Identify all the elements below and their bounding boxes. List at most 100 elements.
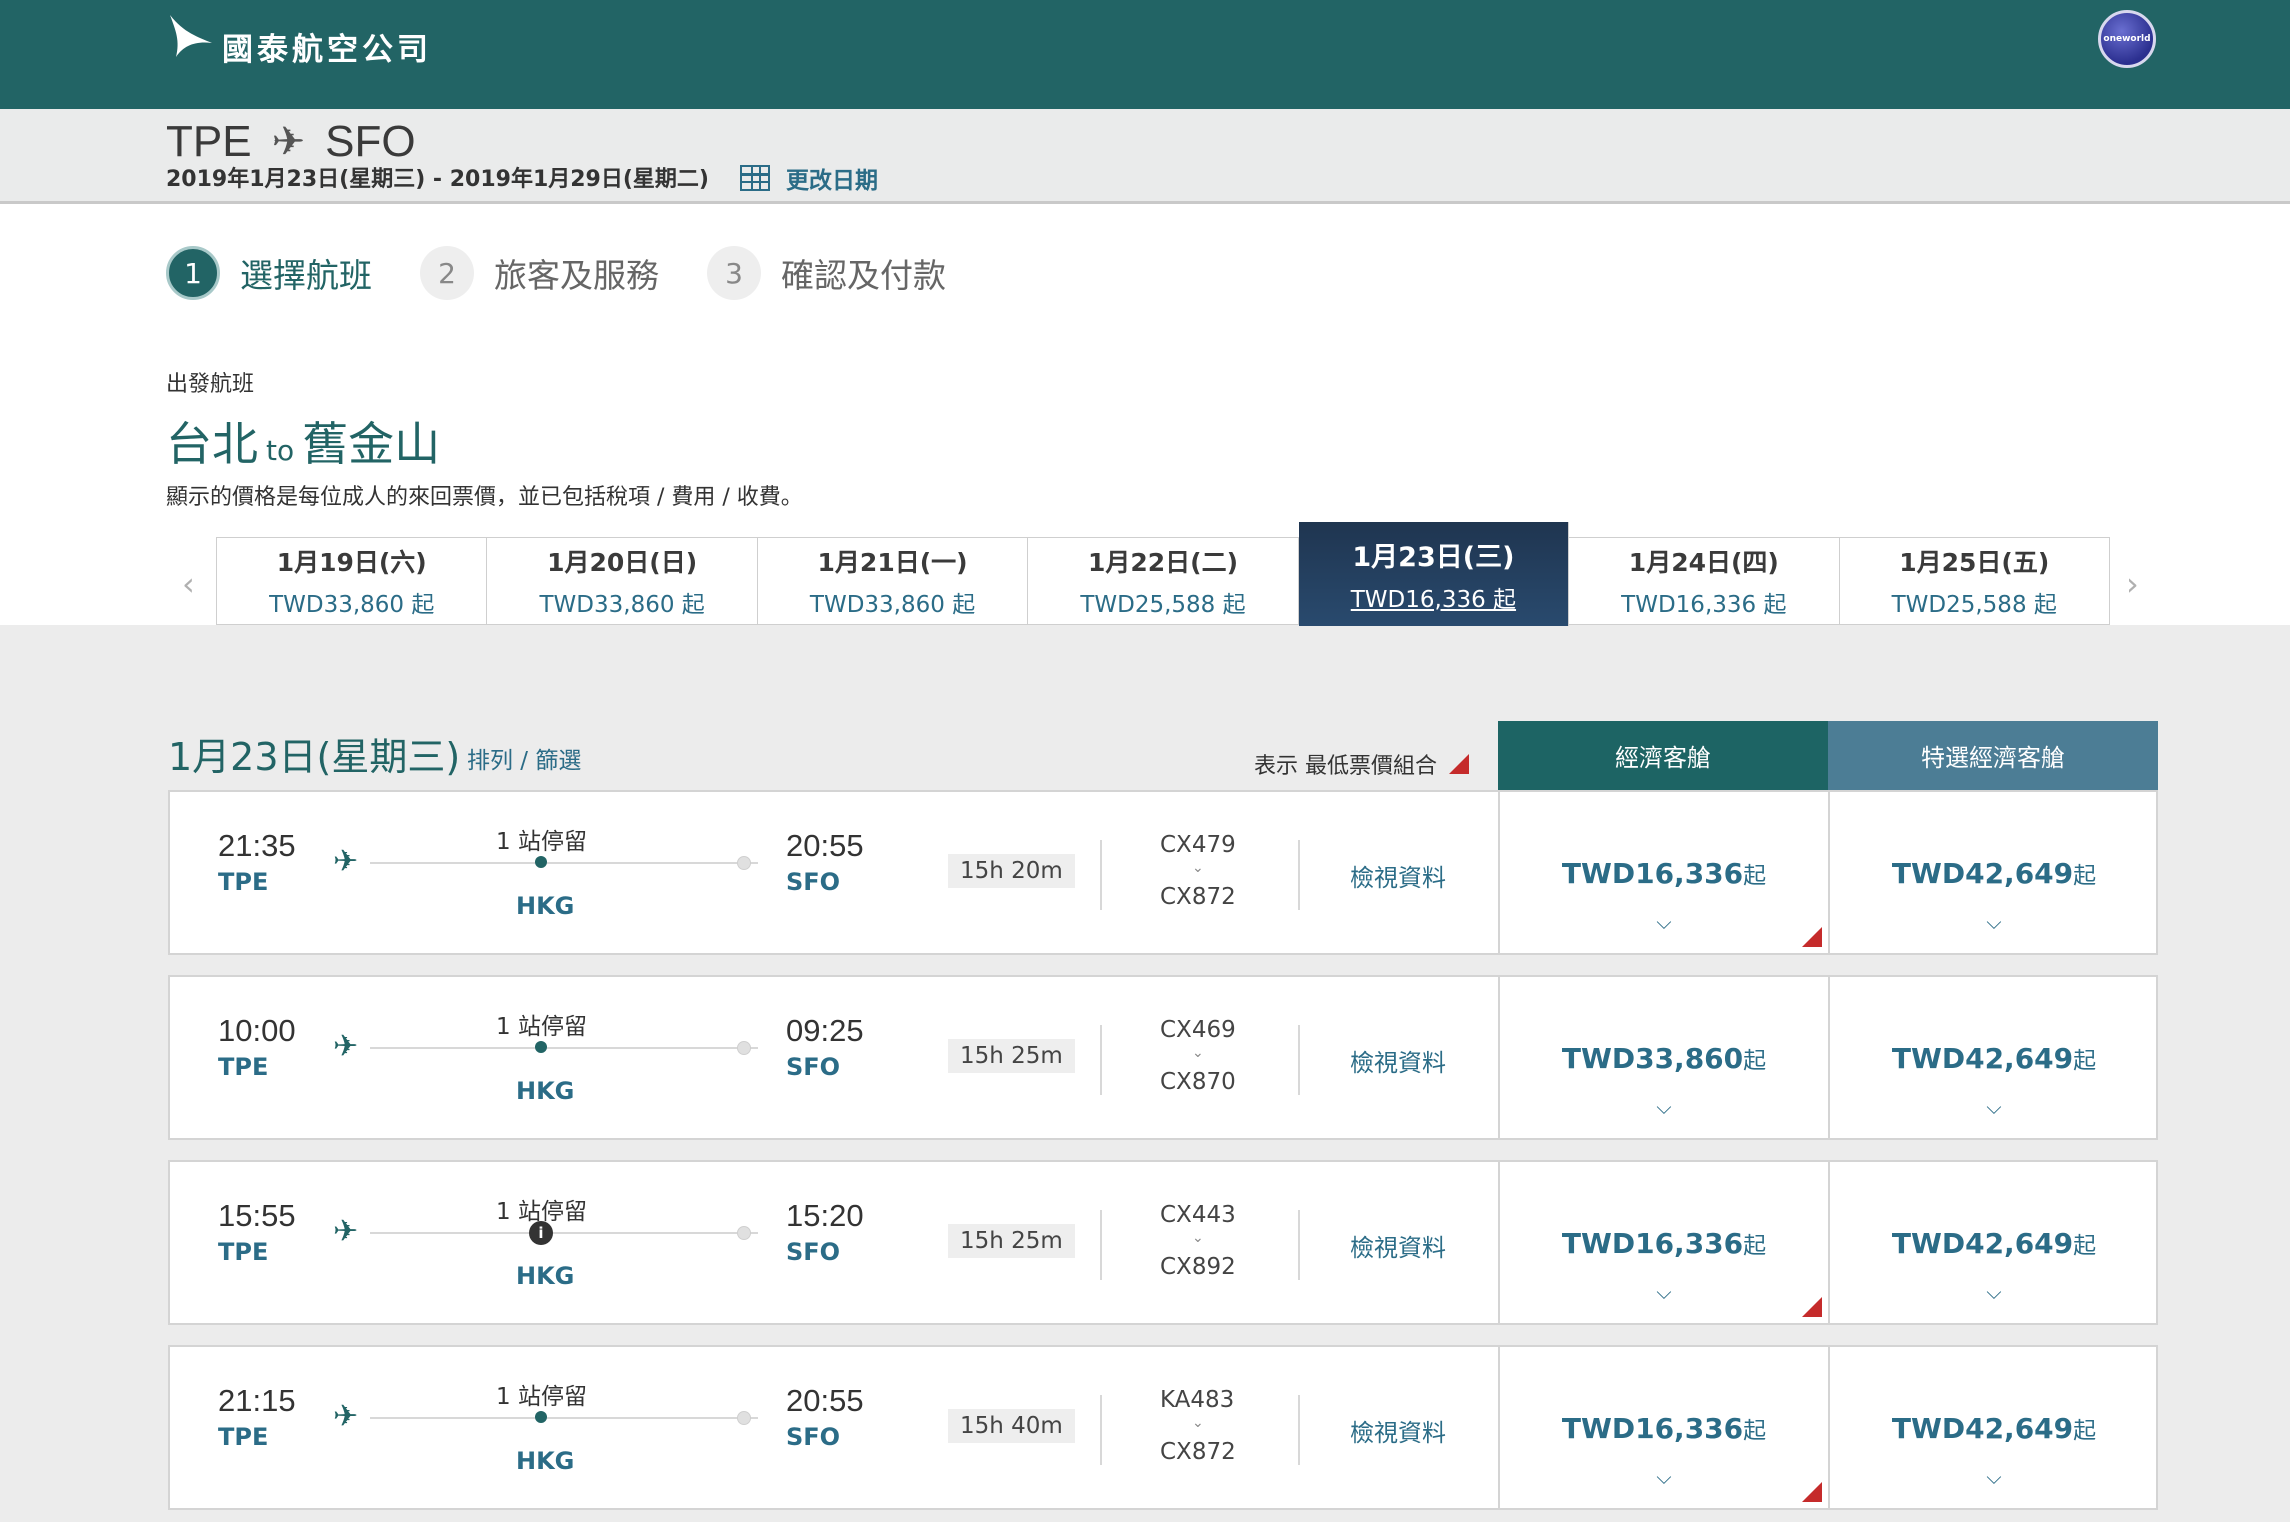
arrival-dot	[737, 1226, 751, 1240]
lowest-fare-marker-icon	[1802, 1297, 1822, 1317]
fare-amount: TWD16,336起	[1561, 857, 1767, 890]
price-note: 顯示的價格是每位成人的來回票價，並已包括稅項 / 費用 / 收費。	[166, 485, 803, 510]
chevron-down-icon: ⌵	[1986, 1095, 2002, 1119]
date-tab-price: TWD33,860 起	[809, 592, 976, 618]
departure-airport: TPE	[218, 868, 269, 896]
route-destination: SFO	[325, 117, 416, 166]
lowest-fare-marker-icon	[1802, 1482, 1822, 1502]
arrival-time: 15:20	[786, 1198, 864, 1233]
plane-icon: ✈	[333, 1214, 359, 1249]
date-tab-date: 1月24日(四)	[1628, 548, 1779, 577]
plane-icon: ✈	[333, 1029, 359, 1064]
view-details-link[interactable]: 檢視資料	[1350, 858, 1446, 893]
divider	[1298, 1395, 1300, 1465]
legend-text: 表示 最低票價組合	[1254, 754, 1437, 779]
stopover-airport: HKG	[516, 1262, 575, 1290]
economy-fare-cell[interactable]: TWD16,336起 ⌵	[1498, 1347, 1828, 1508]
premium-economy-fare-cell[interactable]: TWD42,649起 ⌵	[1828, 1347, 2158, 1508]
arrival-airport: SFO	[786, 1423, 841, 1451]
route-title: TPE ✈ SFO	[166, 117, 416, 167]
economy-fare-cell[interactable]: TWD33,860起 ⌵	[1498, 977, 1828, 1138]
chevron-down-icon: ⌵	[1656, 910, 1672, 934]
arrival-airport: SFO	[786, 1053, 841, 1081]
date-selector: 1月19日(六) TWD33,860 起 1月20日(日) TWD33,860 …	[216, 522, 2110, 626]
trip-dates: 2019年1月23日(星期三) - 2019年1月29日(星期二)	[166, 167, 709, 192]
arrival-airport: SFO	[786, 1238, 841, 1266]
lowest-fare-marker-icon	[1802, 927, 1822, 947]
chevron-down-icon: ⌄	[1192, 860, 1204, 876]
date-tab-price: TWD16,336 起	[1621, 592, 1787, 618]
date-tab-date: 1月20日(日)	[547, 548, 698, 577]
view-details-link[interactable]: 檢視資料	[1350, 1043, 1446, 1078]
chevron-down-icon: ⌵	[1656, 1465, 1672, 1489]
flight-number: CX479	[1160, 832, 1236, 858]
divider	[1100, 1210, 1102, 1280]
step-number: 2	[420, 246, 474, 300]
flight-number: CX872	[1160, 1439, 1236, 1465]
change-date-label: 更改日期	[786, 168, 878, 194]
chevron-down-icon: ⌵	[1986, 1465, 2002, 1489]
departure-airport: TPE	[218, 1423, 269, 1451]
plane-icon: ✈	[333, 844, 359, 879]
fare-amount: TWD16,336起	[1561, 1227, 1767, 1260]
arrival-airport: SFO	[786, 868, 841, 896]
date-tab[interactable]: 1月25日(五) TWD25,588 起	[1839, 538, 2109, 624]
view-details-link[interactable]: 檢視資料	[1350, 1228, 1446, 1263]
premium-economy-fare-cell[interactable]: TWD42,649起 ⌵	[1828, 977, 2158, 1138]
flight-info: 21:35 TPE ✈ 1 站停留 HKG 20:55 SFO 15h 20m …	[170, 792, 1498, 953]
date-tab-selected[interactable]: 1月23日(三) TWD16,336 起	[1298, 522, 1570, 626]
chevron-down-icon: ⌵	[1986, 910, 2002, 934]
date-tab-price: TWD33,860 起	[539, 592, 705, 618]
step-payment: 3 確認及付款	[707, 246, 946, 300]
premium-economy-fare-cell[interactable]: TWD42,649起 ⌵	[1828, 792, 2158, 953]
arrival-dot	[737, 1041, 751, 1055]
route-bar: TPE ✈ SFO 2019年1月23日(星期三) - 2019年1月29日(星…	[0, 109, 2290, 204]
economy-fare-cell[interactable]: TWD16,336起 ⌵	[1498, 792, 1828, 953]
stop-count: 1 站停留	[496, 1384, 587, 1410]
plane-icon: ✈	[271, 120, 306, 164]
prev-dates-chevron-left-icon[interactable]: ‹	[182, 565, 195, 603]
flight-row: 21:35 TPE ✈ 1 站停留 HKG 20:55 SFO 15h 20m …	[168, 790, 2158, 955]
route-line	[370, 1047, 758, 1049]
arrival-dot	[737, 1411, 751, 1425]
stop-dot	[535, 1041, 547, 1053]
date-tab-date: 1月21日(一)	[817, 548, 968, 577]
stop-count: 1 站停留	[496, 829, 587, 855]
sort-filter-link[interactable]: 排列 / 篩選	[467, 741, 581, 775]
cathay-logo[interactable]: 國泰航空公司	[166, 6, 432, 69]
chevron-down-icon: ⌄	[1192, 1415, 1204, 1431]
date-tab[interactable]: 1月21日(一) TWD33,860 起	[757, 538, 1029, 624]
logo-text: 國泰航空公司	[222, 32, 432, 68]
calendar-icon	[740, 165, 770, 191]
divider	[1298, 1210, 1300, 1280]
stopover-airport: HKG	[516, 892, 575, 920]
flight-row: 10:00 TPE ✈ 1 站停留 HKG 09:25 SFO 15h 25m …	[168, 975, 2158, 1140]
flight-number: CX892	[1160, 1254, 1236, 1280]
chevron-down-icon: ⌵	[1656, 1095, 1672, 1119]
next-dates-chevron-right-icon[interactable]: ›	[2126, 565, 2139, 603]
results-date: 1月23日(星期三)	[168, 735, 461, 779]
flight-duration: 15h 20m	[948, 854, 1075, 888]
date-tab[interactable]: 1月24日(四) TWD16,336 起	[1569, 538, 1840, 624]
flight-info: 10:00 TPE ✈ 1 站停留 HKG 09:25 SFO 15h 25m …	[170, 977, 1498, 1138]
change-date-button[interactable]: 更改日期	[740, 161, 878, 195]
step-label: 確認及付款	[781, 256, 946, 295]
divider	[1298, 840, 1300, 910]
premium-economy-fare-cell[interactable]: TWD42,649起 ⌵	[1828, 1162, 2158, 1323]
outbound-label: 出發航班	[166, 372, 255, 397]
flight-info: 15:55 TPE ✈ i 1 站停留 HKG 15:20 SFO 15h 25…	[170, 1162, 1498, 1323]
oneworld-logo-icon: oneworld	[2098, 10, 2156, 68]
fare-amount: TWD16,336起	[1561, 1412, 1767, 1445]
fare-amount: TWD42,649起	[1891, 1227, 2097, 1260]
flight-number: CX872	[1160, 884, 1236, 910]
lowest-fare-marker-icon	[1449, 754, 1469, 774]
flight-duration: 15h 40m	[948, 1409, 1075, 1443]
fare-amount: TWD33,860起	[1561, 1042, 1767, 1075]
view-details-link[interactable]: 檢視資料	[1350, 1413, 1446, 1448]
date-tab[interactable]: 1月22日(二) TWD25,588 起	[1028, 538, 1299, 624]
date-tab[interactable]: 1月19日(六) TWD33,860 起	[217, 538, 488, 624]
flight-number: CX469	[1160, 1017, 1236, 1043]
date-tab[interactable]: 1月20日(日) TWD33,860 起	[487, 538, 758, 624]
departure-time: 21:15	[218, 1383, 296, 1418]
economy-fare-cell[interactable]: TWD16,336起 ⌵	[1498, 1162, 1828, 1323]
